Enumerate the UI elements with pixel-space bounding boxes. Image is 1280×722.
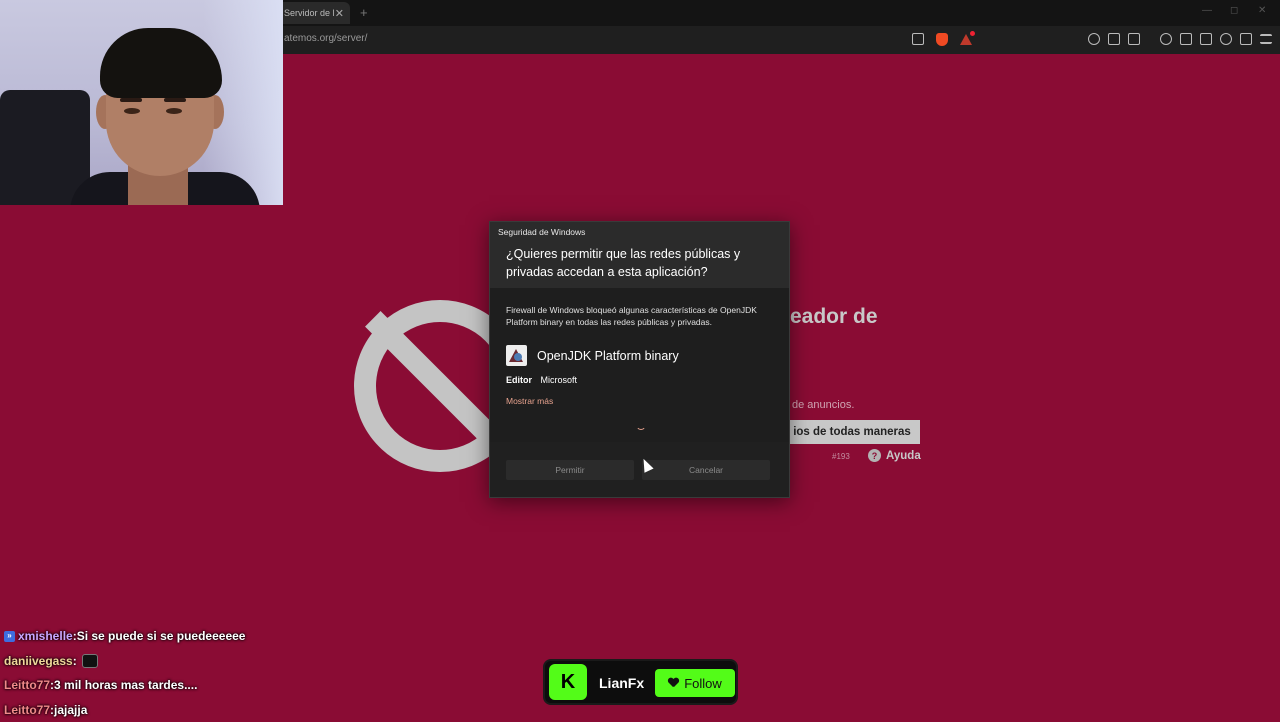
publisher-label: Editor [506,375,532,385]
chat-message: » xmishelle : Si se puede si se puedeeee… [4,624,245,649]
dialog-caption: Seguridad de Windows [498,227,586,237]
share-icon[interactable] [912,33,924,45]
loading-spinner-icon [636,420,646,430]
leo-ai-icon[interactable] [1220,33,1232,45]
help-label: Ayuda [886,449,921,462]
tab-close-icon[interactable]: ✕ [335,7,344,20]
new-tab-button[interactable]: + [360,5,368,20]
close-window-icon[interactable]: ✕ [1258,5,1266,16]
publisher-row: Editor Microsoft [506,375,577,385]
continue-with-ads-button[interactable]: ios de todas maneras [784,420,920,444]
chat-separator: : [72,653,77,668]
subscriber-badge-icon: » [4,630,15,642]
app-name: OpenJDK Platform binary [537,348,679,363]
app-info: OpenJDK Platform binary [506,345,679,366]
chat-username: Leitto77 [4,678,51,693]
chat-text: 3 mil horas mas tardes.... [54,678,198,693]
browser-tab[interactable]: Servidor de l ✕ [278,2,350,24]
java-app-icon [506,345,527,366]
dialog-header: Seguridad de Windows ¿Quieres permitir q… [490,222,789,288]
stream-chat: » xmishelle : Si se puede si se puedeeee… [4,624,245,722]
vpn-shield-icon[interactable] [1240,33,1252,45]
publisher-value: Microsoft [540,375,578,385]
right-eye [166,108,182,114]
webcam-overlay [0,0,283,205]
left-eye [124,108,140,114]
wallet-icon[interactable] [1128,33,1140,45]
streamer-name: LianFx [599,675,645,691]
kick-logo-icon: K [549,664,587,700]
kick-follow-widget: K LianFx Follow [543,659,738,705]
kick-logo-letter: K [560,670,576,693]
follow-label: Follow [684,675,722,691]
help-icon: ? [868,449,881,462]
windows-security-dialog: Seguridad de Windows ¿Quieres permitir q… [489,221,790,498]
chat-text: Si se puede si se puedeeeeee [76,629,246,643]
minimize-icon[interactable]: — [1202,5,1212,16]
allow-button[interactable]: Permitir [506,460,634,480]
maximize-icon[interactable]: ◻ [1230,5,1238,16]
heart-icon [668,678,678,688]
sync-icon[interactable] [1108,33,1120,45]
left-brow [120,98,142,102]
server-id: #193 [832,452,850,461]
chat-emote-icon [81,653,98,668]
brave-rewards-icon[interactable] [960,31,975,45]
page-heading: eador de [790,305,878,328]
wallet-2-icon[interactable] [1200,33,1212,45]
page-subtext: de anuncios. [792,399,855,411]
chat-message: daniivegass : [4,649,245,674]
tab-title: Servidor de l [284,8,335,18]
follow-button[interactable]: Follow [655,669,735,697]
url-text[interactable]: atemos.org/server/ [284,33,367,44]
dialog-description: Firewall de Windows bloqueó algunas cara… [506,305,757,327]
chat-text: jajajja [54,702,88,717]
dialog-footer: Permitir Cancelar [490,442,789,497]
dialog-question: ¿Quieres permitir que las redes públicas… [506,247,741,279]
chat-message: Leitto77 : jajajja [4,698,245,722]
chat-message: Leitto77 : 3 mil horas mas tardes.... [4,673,245,698]
chat-username: xmishelle [18,629,73,643]
sidebar-icon[interactable] [1180,33,1192,45]
music-icon[interactable] [1160,33,1172,45]
help-link[interactable]: ? Ayuda [868,449,921,462]
chat-username: daniivegass [4,653,73,668]
cancel-button[interactable]: Cancelar [642,460,770,480]
brave-shields-icon[interactable] [936,33,948,46]
extension-icon[interactable] [1088,33,1100,45]
show-more-link[interactable]: Mostrar más [506,396,553,406]
menu-icon[interactable] [1260,34,1272,44]
right-brow [164,98,186,102]
chat-username: Leitto77 [4,702,51,717]
